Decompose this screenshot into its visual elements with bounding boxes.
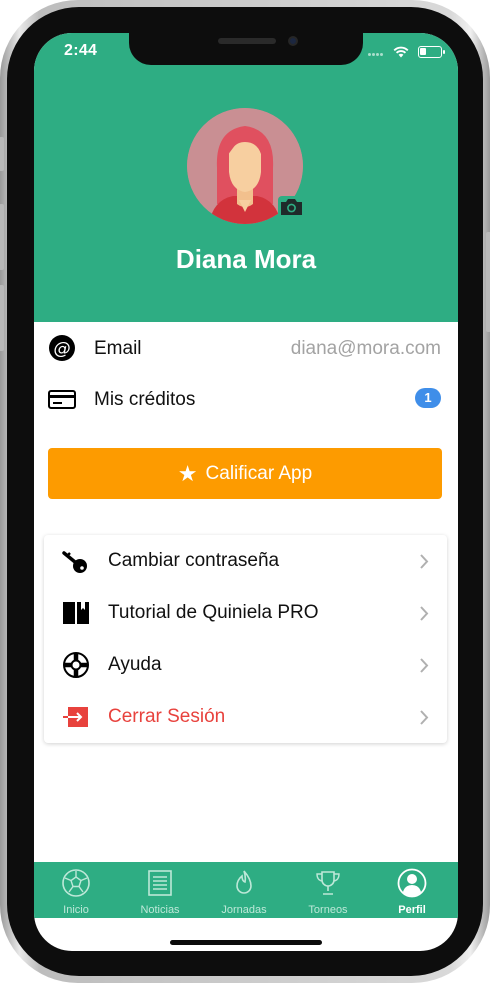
bottom-tab-bar: Inicio Noticias Jornadas Torneos Perfil [34,862,458,918]
trophy-icon [316,871,340,895]
user-name: Diana Mora [175,244,317,274]
credits-label: Mis créditos [94,389,196,410]
credits-row[interactable]: Mis créditos 1 [34,374,458,424]
notch [129,33,363,65]
battery-icon [418,46,445,58]
email-row: @ Email diana@mora.com [34,323,458,373]
tab-label: Torneos [308,904,348,916]
menu-item-label: Tutorial de Quiniela PRO [108,602,319,623]
soccer-ball-icon [62,869,90,897]
tab-torneos[interactable]: Torneos [286,862,370,918]
star-icon: ★ [177,460,198,486]
phone-frame: 2:44 Diana Mora @ Email diana@mora.com M… [0,0,490,983]
profile-header: 2:44 Diana Mora [34,33,458,322]
menu-item-label: Cerrar Sesión [108,706,226,727]
tab-label: Perfil [398,904,426,916]
email-label: Email [94,338,142,359]
menu-item-label: Cambiar contraseña [108,550,280,571]
newspaper-icon [148,870,172,896]
rate-app-label: Calificar App [205,462,313,484]
flame-icon [236,870,252,894]
tab-inicio[interactable]: Inicio [34,862,118,918]
menu-item-tutorial[interactable]: Tutorial de Quiniela PRO [44,587,447,639]
power-button [486,232,490,332]
home-indicator [170,940,322,945]
credit-card-icon [48,390,76,409]
camera-icon[interactable] [278,196,305,218]
mute-switch [0,137,4,171]
tab-noticias[interactable]: Noticias [118,862,202,918]
status-time: 2:44 [64,42,98,59]
at-sign-icon: @ [49,335,75,361]
user-icon [397,868,427,898]
chevron-right-icon [420,606,429,621]
settings-menu: Cambiar contraseña Tutorial de Quiniela … [44,535,447,743]
tab-perfil[interactable]: Perfil [370,862,454,918]
menu-item-logout[interactable]: Cerrar Sesión [44,691,447,743]
volume-up-button [0,204,4,270]
menu-item-change-password[interactable]: Cambiar contraseña [44,535,447,587]
rate-app-button[interactable]: ★ Calificar App [48,448,442,499]
volume-down-button [0,285,4,351]
credits-badge: 1 [415,388,441,408]
app-screen: 2:44 Diana Mora @ Email diana@mora.com M… [34,33,458,951]
chevron-right-icon [420,658,429,673]
menu-item-label: Ayuda [108,654,162,675]
logout-icon [63,707,88,727]
chevron-right-icon [420,710,429,725]
key-icon [62,551,87,573]
book-icon [63,602,89,624]
tab-label: Inicio [63,904,89,916]
tab-label: Jornadas [221,904,267,916]
lifebuoy-icon [63,652,89,678]
signal-dots-icon [368,53,388,57]
menu-item-help[interactable]: Ayuda [44,639,447,691]
svg-text:@: @ [54,339,71,359]
tab-label: Noticias [140,904,180,916]
chevron-right-icon [420,554,429,569]
tab-jornadas[interactable]: Jornadas [202,862,286,918]
email-value: diana@mora.com [290,338,441,359]
wifi-icon [393,46,409,58]
